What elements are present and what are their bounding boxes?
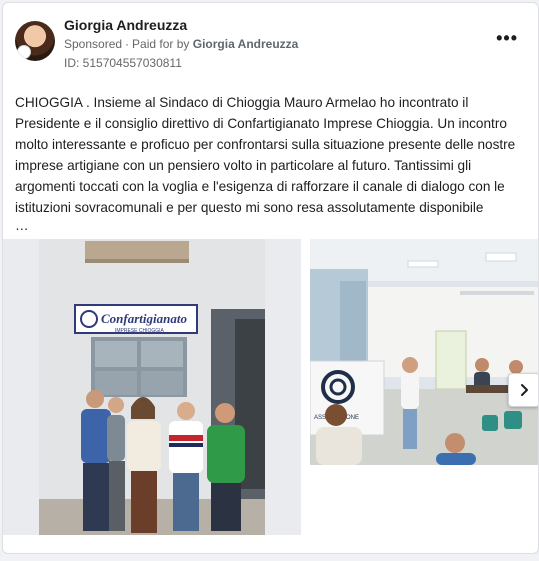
more-options-button[interactable]: ••• bbox=[496, 29, 518, 47]
carousel-photo-1[interactable]: Confartigianato IMPRESE CHIOGGIA bbox=[3, 239, 301, 535]
post-text: CHIOGGIA . Insieme al Sindaco di Chioggi… bbox=[15, 92, 530, 234]
post-header: Giorgia Andreuzza Sponsored · Paid for by … bbox=[3, 3, 538, 81]
photo-carousel: Confartigianato IMPRESE CHIOGGIA bbox=[3, 239, 538, 539]
meeting-photo-image: ASSOCIAZIONE bbox=[310, 239, 538, 465]
meta-separator: · bbox=[125, 37, 130, 51]
avatar[interactable] bbox=[15, 21, 55, 61]
sponsored-label: Sponsored bbox=[64, 37, 123, 51]
post-body: CHIOGGIA . Insieme al Sindaco di Chioggi… bbox=[15, 95, 516, 215]
see-more-ellipsis[interactable]: … bbox=[15, 218, 530, 234]
group-photo-image: Confartigianato IMPRESE CHIOGGIA bbox=[3, 239, 301, 535]
chevron-right-icon bbox=[521, 384, 528, 396]
carousel-photo-2[interactable]: ASSOCIAZIONE bbox=[310, 239, 538, 465]
paid-for-name[interactable]: Giorgia Andreuzza bbox=[193, 37, 299, 51]
confartigianato-sign-text: Confartigianato bbox=[101, 311, 187, 326]
sponsored-meta: Sponsored · Paid for by Giorgia Andreuzza bbox=[64, 37, 298, 51]
paid-for-prefix: Paid for by bbox=[132, 37, 190, 51]
sponsored-post-card: Giorgia Andreuzza Sponsored · Paid for by … bbox=[2, 2, 539, 554]
verified-badge-icon bbox=[17, 45, 31, 59]
ad-id: ID: 515704557030811 bbox=[64, 56, 182, 70]
confartigianato-sign-subtext: IMPRESE CHIOGGIA bbox=[115, 328, 165, 334]
author-name[interactable]: Giorgia Andreuzza bbox=[64, 17, 187, 33]
next-photo-button[interactable] bbox=[508, 373, 538, 407]
